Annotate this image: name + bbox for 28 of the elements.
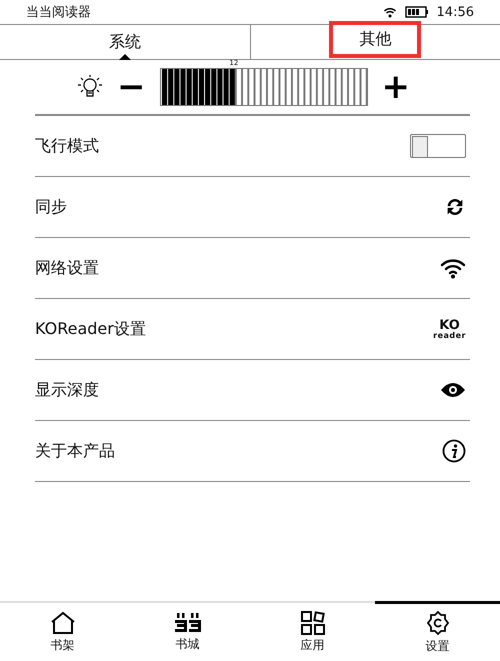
battery-icon — [404, 6, 429, 18]
store-logo-icon — [174, 612, 202, 634]
koreader-logo-icon: KO reader — [433, 318, 466, 340]
app-name: 当当阅读器 — [26, 4, 91, 21]
nav-tab[interactable]: 书城 — [125, 601, 250, 661]
tab[interactable]: 系统 — [0, 25, 250, 59]
wifi-icon — [382, 6, 397, 18]
setting-label[interactable]: 飞行模式 — [35, 136, 410, 156]
wifi-icon — [440, 257, 466, 279]
increase-button[interactable]: + — [382, 70, 410, 104]
setting-label[interactable]: 同步 — [35, 196, 444, 218]
decrease-button[interactable]: − — [117, 70, 146, 104]
settings-icon — [424, 610, 450, 636]
apps-grid-icon — [300, 611, 324, 635]
nav-tab[interactable]: 应用 — [250, 601, 375, 661]
tab[interactable]: 其他 — [250, 25, 500, 59]
setting-label[interactable]: KOReader设置 — [35, 318, 434, 340]
home-icon — [50, 611, 76, 635]
setting-label[interactable]: 关于本产品 — [35, 440, 442, 462]
eye-icon — [440, 382, 466, 398]
info-icon — [442, 439, 466, 463]
nav-tab[interactable]: 设置 — [375, 601, 500, 661]
clock-time: 14:56 — [436, 4, 474, 20]
setting-label[interactable]: 显示深度 — [35, 380, 440, 400]
nav-tab[interactable]: 书架 — [0, 601, 125, 661]
highlight-frame: 其他 — [329, 20, 422, 58]
setting-label[interactable]: 网络设置 — [35, 258, 440, 278]
airplane-mode-switch[interactable] — [410, 134, 466, 158]
